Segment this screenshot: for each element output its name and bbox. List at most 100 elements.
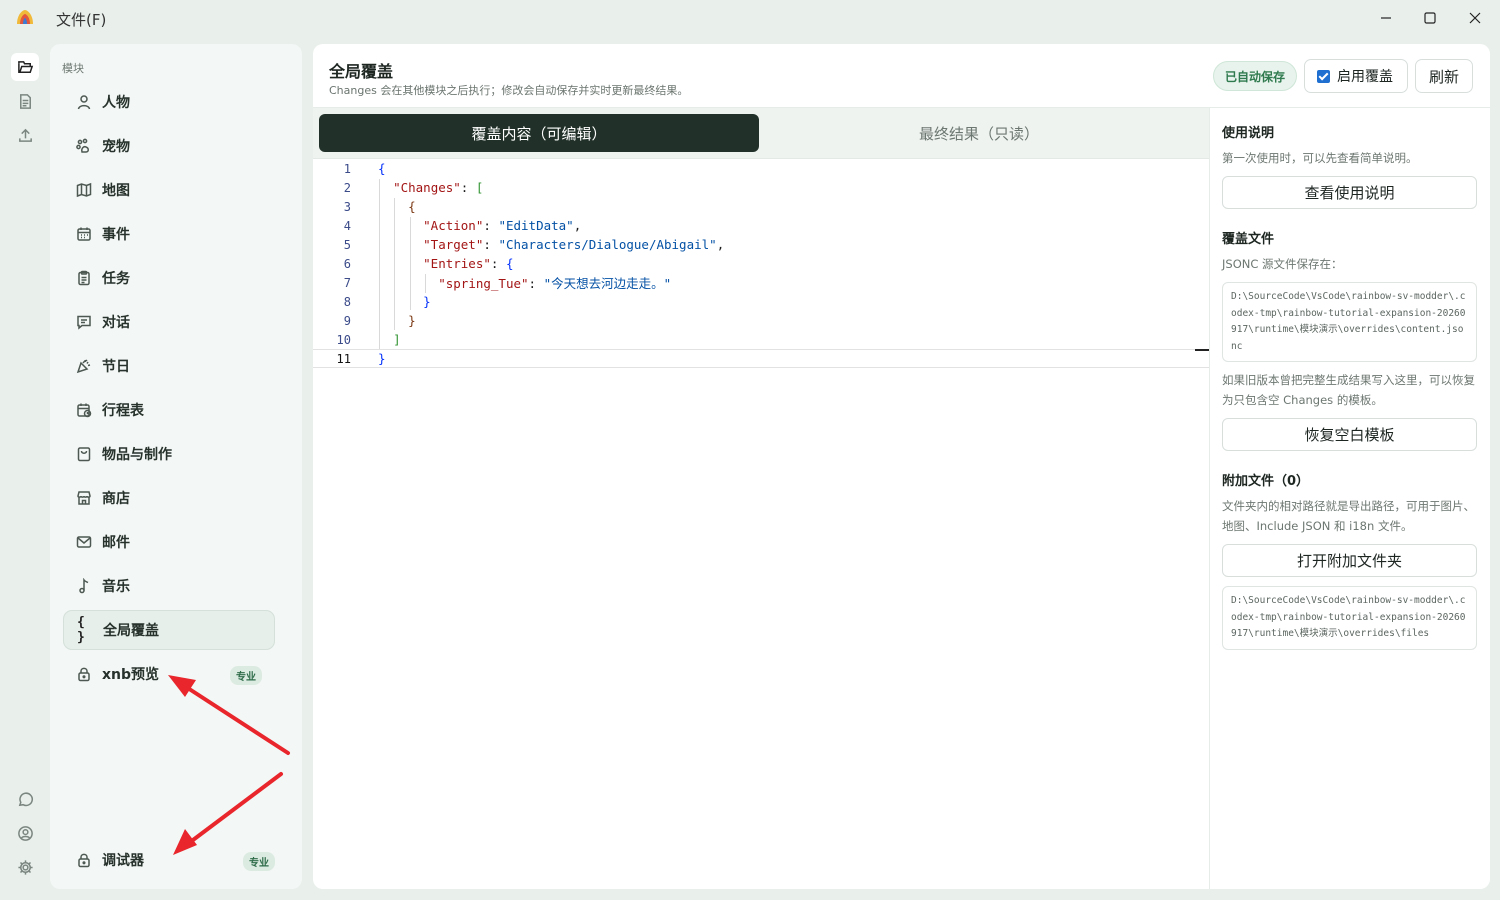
json-key: "Changes": [393, 180, 461, 195]
override-file-text: JSONC 源文件保存在：: [1222, 257, 1343, 271]
sidebar-item-label: 物品与制作: [102, 447, 172, 463]
line-number: 8: [343, 294, 351, 309]
usage-text: 第一次使用时，可以先查看简单说明。: [1222, 151, 1418, 165]
code-text: }: [378, 351, 386, 366]
sidebar-item-maps[interactable]: 地图: [63, 170, 275, 210]
attached-files-text: 文件夹内的相对路径就是导出路径，可用于图片、地图、Include JSON 和 …: [1222, 499, 1475, 533]
page-header: 全局覆盖 Changes 会在其他模块之后执行；修改会自动保存并实时更新最终结果…: [313, 44, 1490, 108]
activity-settings-button[interactable]: [11, 853, 39, 881]
paw-icon: [76, 138, 89, 153]
sidebar-item-label: 调试器: [102, 853, 144, 869]
document-icon: [19, 93, 31, 109]
text-cursor: [1195, 349, 1209, 351]
line-number: 1: [343, 161, 351, 176]
sidebar-item-mail[interactable]: 邮件: [63, 522, 275, 562]
code-line: 10 ]: [313, 330, 1209, 349]
open-attached-folder-button[interactable]: 打开附加文件夹: [1222, 544, 1477, 577]
sidebar-item-characters[interactable]: 人物: [63, 82, 275, 122]
line-number: 2: [343, 180, 351, 195]
activity-document-button[interactable]: [11, 87, 39, 115]
line-number: 11: [336, 351, 351, 366]
lock-icon: [78, 667, 90, 682]
attached-files-title: 附加文件（0）: [1222, 474, 1310, 489]
line-number: 7: [343, 275, 351, 290]
refresh-button[interactable]: 刷新: [1415, 59, 1473, 93]
page-subtitle: Changes 会在其他模块之后执行；修改会自动保存并实时更新最终结果。: [329, 84, 689, 97]
activity-export-button[interactable]: [11, 121, 39, 149]
menu-file[interactable]: 文件(F): [56, 9, 106, 30]
close-window-button[interactable]: [1459, 5, 1491, 31]
autosave-status-badge: 已自动保存: [1213, 61, 1298, 91]
line-number: 4: [343, 218, 351, 233]
map-icon: [76, 182, 92, 198]
code-line: 3 {: [313, 197, 1209, 216]
code-line: 1 {: [313, 159, 1209, 178]
user-circle-icon: [17, 825, 33, 841]
enable-override-checkbox[interactable]: [1317, 69, 1330, 83]
lock-icon: [78, 853, 90, 868]
restore-template-button[interactable]: 恢复空白模板: [1222, 418, 1477, 451]
restore-template-text: 如果旧版本曾把完整生成结果写入这里，可以恢复为只包含空 Changes 的模板。: [1222, 373, 1475, 407]
sidebar-item-shops[interactable]: 商店: [63, 478, 275, 518]
view-usage-button[interactable]: 查看使用说明: [1222, 176, 1477, 209]
sidebar-item-label: 人物: [102, 95, 130, 111]
activity-feedback-button[interactable]: [11, 785, 39, 813]
code-text: "Action": "EditData",: [423, 218, 582, 233]
code-text: {: [408, 199, 416, 214]
sidebar-item-label: 邮件: [102, 535, 130, 551]
sidebar-item-global-override[interactable]: { } 全局覆盖: [63, 610, 275, 650]
sidebar-item-items-crafting[interactable]: 物品与制作: [63, 434, 275, 474]
code-line: 5 "Target": "Characters/Dialogue/Abigail…: [313, 235, 1209, 254]
json-key: "spring_Tue": [438, 276, 529, 291]
sidebar-item-label: 音乐: [102, 579, 130, 595]
mail-icon: [76, 536, 92, 548]
sidebar-item-label: xnb预览: [102, 667, 160, 683]
person-icon: [77, 95, 91, 110]
json-value: "Characters/Dialogue/Abigail": [498, 237, 717, 252]
code-editor[interactable]: 1 { 2 "Changes": [ 3 { 4 "Action": "Edit…: [313, 159, 1209, 889]
json-value: "EditData": [498, 218, 574, 233]
maximize-icon: [1424, 12, 1436, 24]
code-text: "Entries": {: [423, 256, 514, 271]
enable-override-label: 启用覆盖: [1337, 69, 1393, 85]
enable-override-toggle[interactable]: 启用覆盖: [1304, 59, 1408, 93]
clipboard-icon: [78, 270, 90, 286]
activity-account-button[interactable]: [11, 819, 39, 847]
usage-title: 使用说明: [1222, 126, 1275, 141]
music-icon: [79, 578, 89, 594]
code-text: "spring_Tue": "今天想去河边走走。": [438, 276, 672, 291]
sidebar-item-label: 节日: [102, 359, 130, 375]
schedule-icon: [77, 403, 92, 418]
main-panel: 全局覆盖 Changes 会在其他模块之后执行；修改会自动保存并实时更新最终结果…: [313, 44, 1490, 889]
activity-explorer-button[interactable]: [11, 53, 39, 81]
line-number: 9: [343, 313, 351, 328]
code-text: "Changes": [: [393, 180, 484, 195]
sidebar-item-label: 事件: [102, 227, 130, 243]
sidebar-item-dialogue[interactable]: 对话: [63, 302, 275, 342]
sidebar-item-schedule[interactable]: 行程表: [63, 390, 275, 430]
tab-final-result[interactable]: 最终结果（只读）: [759, 114, 1199, 152]
sidebar-item-events[interactable]: 事件: [63, 214, 275, 254]
sidebar-item-debugger[interactable]: 调试器 专业: [63, 840, 275, 880]
sidebar-item-xnb-preview[interactable]: xnb预览 专业: [63, 654, 275, 694]
json-key: "Action": [423, 218, 484, 233]
sidebar-item-label: 对话: [102, 315, 130, 331]
code-line: 4 "Action": "EditData",: [313, 216, 1209, 235]
editor-tab-bar: 覆盖内容（可编辑） 最终结果（只读）: [313, 108, 1209, 159]
sidebar-item-pets[interactable]: 宠物: [63, 126, 275, 166]
sidebar-item-quests[interactable]: 任务: [63, 258, 275, 298]
folder-open-icon: [17, 60, 33, 73]
sidebar-item-music[interactable]: 音乐: [63, 566, 275, 606]
sidebar-item-label: 行程表: [102, 403, 144, 419]
code-line: 9 }: [313, 311, 1209, 330]
minimize-button[interactable]: [1370, 5, 1402, 31]
tab-override-content[interactable]: 覆盖内容（可编辑）: [319, 114, 759, 152]
code-line: 8 }: [313, 292, 1209, 311]
message-circle-icon: [18, 792, 33, 806]
sidebar-item-label: 任务: [102, 271, 130, 287]
maximize-button[interactable]: [1414, 5, 1446, 31]
store-icon: [77, 491, 91, 505]
sidebar-item-festivals[interactable]: 节日: [63, 346, 275, 386]
sidebar-item-label: 宠物: [102, 139, 130, 155]
chat-icon: [77, 315, 91, 330]
